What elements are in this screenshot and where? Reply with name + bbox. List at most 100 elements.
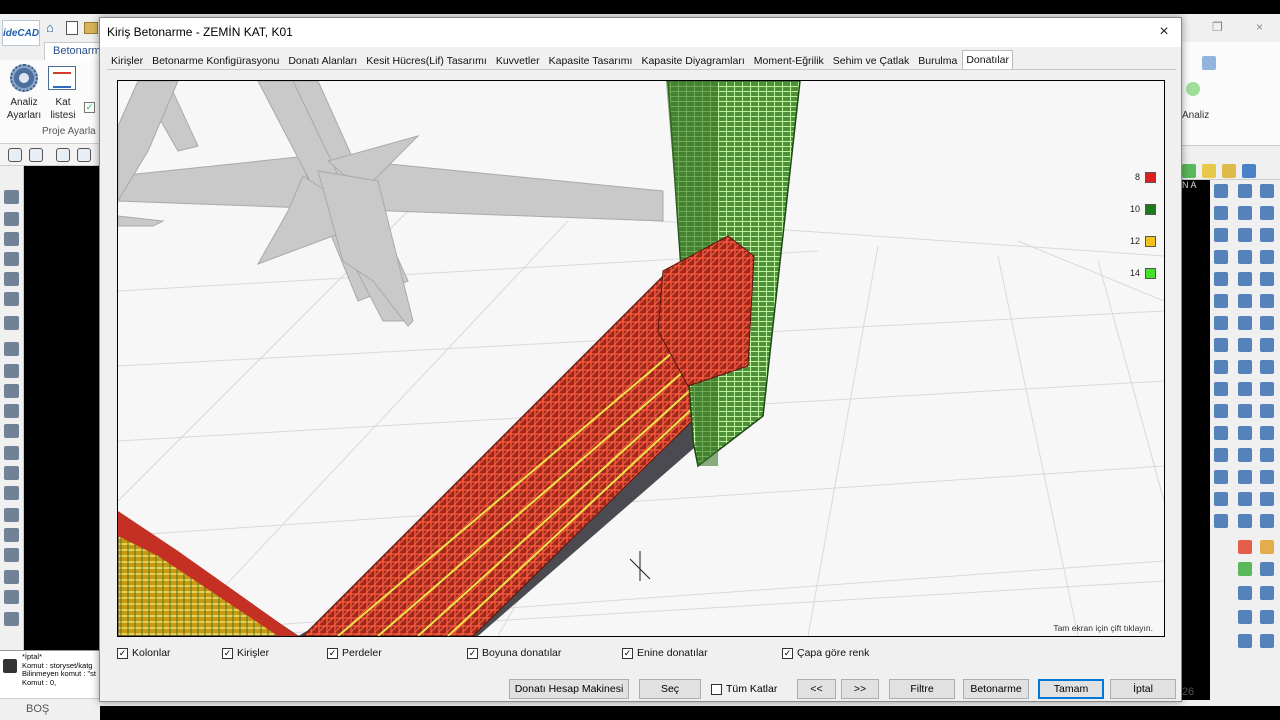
tab-burulma[interactable]: Burulma: [914, 52, 961, 69]
checkbox-kirisler[interactable]: ✓ Kirişler: [222, 645, 269, 661]
tool-icon[interactable]: [1222, 164, 1236, 178]
tool-icon[interactable]: [1260, 228, 1274, 242]
reinforcement-3d-view[interactable]: 8 10 12 14 Tam ekran için çift tıklayın.: [117, 80, 1165, 637]
tool-icon[interactable]: [1214, 382, 1228, 396]
command-line[interactable]: *İptal* Komut : storyset/katg Bilinmeyen…: [0, 650, 100, 698]
tool-icon[interactable]: [1202, 164, 1216, 178]
next-button[interactable]: >>: [841, 679, 879, 699]
tool-icon[interactable]: [1214, 426, 1228, 440]
tool-icon[interactable]: [1260, 540, 1274, 554]
tool-icon[interactable]: [1238, 448, 1252, 462]
tool-icon[interactable]: [1238, 634, 1252, 648]
checkbox-box[interactable]: [711, 683, 722, 695]
checkbox-box[interactable]: ✓: [467, 647, 478, 659]
tool-icon[interactable]: [1214, 470, 1228, 484]
tool-icon[interactable]: [4, 212, 19, 226]
tool-icon[interactable]: [4, 342, 19, 356]
tool-icon[interactable]: [1260, 382, 1274, 396]
tool-icon[interactable]: [4, 424, 19, 438]
tool-icon[interactable]: [1214, 514, 1228, 528]
analysis-settings-gear-icon[interactable]: [10, 64, 38, 92]
tool-icon[interactable]: [1214, 206, 1228, 220]
checkbox-label[interactable]: Çapa göre renk: [797, 647, 869, 659]
select-button[interactable]: Seç: [639, 679, 701, 699]
tool-icon[interactable]: [1238, 426, 1252, 440]
tool-icon[interactable]: [1260, 562, 1274, 576]
checkbox-kolonlar[interactable]: ✓ Kolonlar: [117, 645, 171, 661]
checkbox-label[interactable]: Enine donatılar: [637, 647, 708, 659]
checkbox-box[interactable]: ✓: [222, 647, 233, 659]
tool-icon[interactable]: [1238, 404, 1252, 418]
tab-donatilar[interactable]: Donatılar: [962, 50, 1013, 69]
checkbox-label[interactable]: Kolonlar: [132, 647, 171, 659]
tool-icon[interactable]: [1260, 184, 1274, 198]
tool-icon[interactable]: [1238, 610, 1252, 624]
right-canvas[interactable]: N A: [1180, 180, 1210, 700]
checkbox-label[interactable]: Kirişler: [237, 647, 269, 659]
tool-icon[interactable]: [4, 590, 19, 604]
tool-icon[interactable]: [1238, 540, 1252, 554]
zoom-window-icon[interactable]: [29, 148, 43, 162]
story-list-label[interactable]: Kat listesi: [44, 96, 82, 122]
tab-kesit-hucresi[interactable]: Kesit Hücres(Lif) Tasarımı: [362, 52, 491, 69]
tool-icon[interactable]: [4, 384, 19, 398]
tool-icon[interactable]: [4, 548, 19, 562]
checkbox-tum-katlar[interactable]: Tüm Katlar: [711, 679, 777, 699]
zoom-out-icon[interactable]: [8, 148, 22, 162]
checkbox-label[interactable]: Boyuna donatılar: [482, 647, 561, 659]
drawing-canvas[interactable]: [24, 166, 100, 650]
ribbon-checkbox[interactable]: ✓: [84, 102, 95, 113]
previous-button[interactable]: <<: [797, 679, 836, 699]
tool-icon[interactable]: [1260, 514, 1274, 528]
tool-icon[interactable]: [4, 292, 19, 306]
tool-icon[interactable]: [1238, 562, 1252, 576]
tool-icon[interactable]: [1238, 514, 1252, 528]
pen-icon[interactable]: [77, 148, 91, 162]
tab-kirisler[interactable]: Kirişler: [107, 52, 147, 69]
checkbox-box[interactable]: ✓: [327, 647, 338, 659]
checkbox-label[interactable]: Tüm Katlar: [726, 683, 777, 695]
tool-icon[interactable]: [4, 508, 19, 522]
tool-icon[interactable]: [1260, 294, 1274, 308]
tool-icon[interactable]: [1260, 404, 1274, 418]
tool-icon[interactable]: [1260, 634, 1274, 648]
tool-icon[interactable]: [1260, 360, 1274, 374]
analysis-settings-label[interactable]: Analiz Ayarları: [4, 96, 44, 122]
checkbox-box[interactable]: ✓: [117, 647, 128, 659]
help-icon[interactable]: [1202, 56, 1216, 70]
tool-icon[interactable]: [1238, 316, 1252, 330]
layers-icon[interactable]: [4, 190, 19, 204]
tool-icon[interactable]: [1260, 470, 1274, 484]
home-icon[interactable]: ⌂: [46, 21, 62, 35]
tool-icon[interactable]: [1238, 250, 1252, 264]
tool-icon[interactable]: [1238, 228, 1252, 242]
pick-icon[interactable]: [56, 148, 70, 162]
tool-icon[interactable]: [1214, 272, 1228, 286]
tool-icon[interactable]: [1214, 228, 1228, 242]
tool-icon[interactable]: [1260, 338, 1274, 352]
filter-button[interactable]: Filtre: [889, 679, 955, 699]
tool-icon[interactable]: [4, 528, 19, 542]
checkbox-enine-donatilar[interactable]: ✓ Enine donatılar: [622, 645, 708, 661]
tool-icon[interactable]: [1214, 360, 1228, 374]
tool-icon[interactable]: [1260, 610, 1274, 624]
new-file-icon[interactable]: [66, 21, 78, 35]
tool-icon[interactable]: [1238, 492, 1252, 506]
analysis-label[interactable]: Analiz: [1182, 110, 1209, 121]
tool-icon[interactable]: [4, 252, 19, 266]
tab-moment-egrilik[interactable]: Moment-Eğrilik: [750, 52, 828, 69]
tool-icon[interactable]: [1214, 338, 1228, 352]
tab-kapasite-diyagramlari[interactable]: Kapasite Diyagramları: [637, 52, 748, 69]
tool-icon[interactable]: [4, 364, 19, 378]
tool-icon[interactable]: [1260, 586, 1274, 600]
dialog-title-bar[interactable]: Kiriş Betonarme - ZEMİN KAT, K01 ×: [100, 18, 1181, 47]
tool-icon[interactable]: [1214, 184, 1228, 198]
cancel-button[interactable]: İptal: [1110, 679, 1176, 699]
tool-icon[interactable]: [1242, 164, 1256, 178]
tool-icon[interactable]: [4, 466, 19, 480]
tool-icon[interactable]: [1214, 250, 1228, 264]
tab-betonarme-konfigurasyonu[interactable]: Betonarme Konfigürasyonu: [148, 52, 283, 69]
tool-icon[interactable]: [1238, 382, 1252, 396]
tool-icon[interactable]: [4, 570, 19, 584]
close-icon[interactable]: ×: [1256, 20, 1263, 34]
